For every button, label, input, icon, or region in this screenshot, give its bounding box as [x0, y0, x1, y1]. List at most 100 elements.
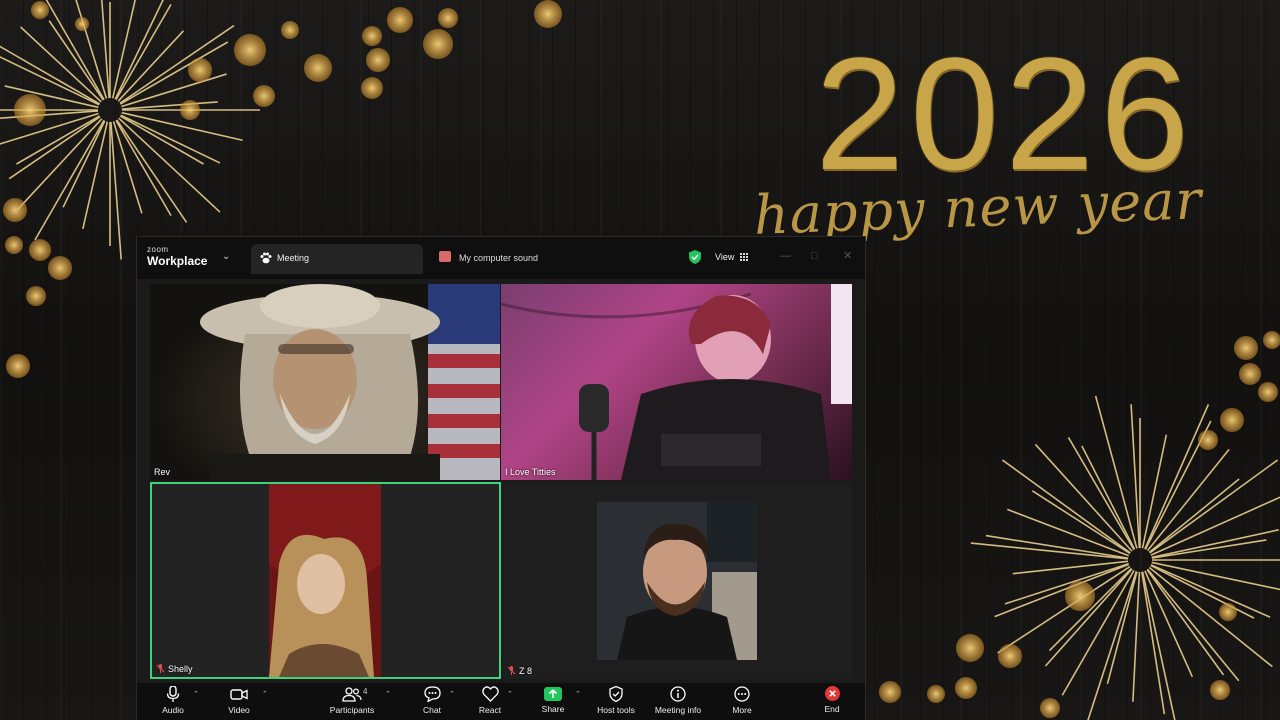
bokeh-light — [956, 634, 984, 662]
share-button[interactable]: Share — [537, 686, 569, 720]
bokeh-light — [31, 1, 49, 19]
bokeh-light — [14, 94, 46, 126]
firework-ray — [1044, 568, 1133, 667]
firework-ray — [82, 121, 109, 230]
firework-ray — [1141, 571, 1166, 715]
bokeh-light — [1234, 336, 1258, 360]
paw-icon — [260, 252, 272, 264]
firework-ray — [121, 101, 218, 110]
end-meeting-button[interactable]: End — [817, 686, 847, 720]
more-icon — [734, 686, 750, 702]
bokeh-light — [253, 85, 275, 107]
firework-ray — [1144, 404, 1210, 550]
video-label: Video — [228, 705, 250, 715]
video-button[interactable]: Video — [221, 686, 257, 720]
view-button[interactable]: View — [709, 247, 755, 267]
chat-options-chevron-icon[interactable]: ⌃ — [449, 690, 455, 698]
firework-ray — [997, 565, 1131, 654]
brand-small-label: zoom — [147, 245, 169, 254]
bokeh-light — [188, 58, 212, 82]
video-options-chevron-icon[interactable]: ⌃ — [262, 690, 268, 698]
bokeh-light — [1065, 581, 1095, 611]
maximize-icon[interactable]: □ — [811, 249, 818, 263]
firework-ray — [121, 73, 227, 108]
minimize-icon[interactable]: — — [780, 249, 791, 263]
participants-count: 4 — [363, 687, 368, 696]
shield-icon — [609, 686, 623, 702]
react-label: React — [478, 705, 502, 715]
firework-ray — [1001, 459, 1131, 554]
bokeh-light — [1219, 603, 1237, 621]
participant-name-z8-label: Z 8 — [519, 666, 533, 676]
share-options-chevron-icon[interactable]: ⌃ — [575, 690, 581, 698]
video-tile-z8[interactable]: Z 8 — [503, 482, 852, 679]
firework-ray — [119, 41, 229, 105]
chat-button[interactable]: Chat — [417, 686, 447, 720]
meeting-toolbar: Audio ⌃ Video ⌃ Participants 4 ⌃ Chat ⌃ … — [137, 683, 865, 720]
bokeh-light — [304, 54, 332, 82]
tab-sound-label: My computer sound — [459, 253, 539, 263]
host-tools-button[interactable]: Host tools — [595, 686, 637, 720]
firework-ray — [1034, 443, 1133, 552]
video-tile-shelly[interactable]: Shelly — [150, 482, 501, 679]
app-brand[interactable]: zoom Workplace — [147, 245, 208, 268]
audio-button[interactable]: Audio — [155, 686, 191, 720]
audio-label: Audio — [162, 705, 184, 715]
zoom-meeting-window: zoom Workplace ⌄ Meeting My computer sou… — [136, 236, 866, 720]
heart-icon — [481, 686, 499, 702]
participant-name-rev: Rev — [154, 467, 171, 477]
participants-button[interactable]: Participants — [325, 686, 379, 720]
tab-meeting[interactable]: Meeting — [251, 244, 423, 274]
firework-ray — [1151, 561, 1280, 591]
bokeh-light — [48, 256, 72, 280]
close-icon[interactable]: ✕ — [843, 249, 852, 263]
react-options-chevron-icon[interactable]: ⌃ — [507, 690, 513, 698]
video-tile-i-love-titties[interactable]: I Love Titties — [501, 284, 852, 480]
firework-ray — [1067, 436, 1135, 551]
brand-main-label: Workplace — [147, 254, 208, 268]
firework-ray — [1081, 445, 1136, 550]
bokeh-light — [281, 21, 299, 39]
firework-ray — [1031, 490, 1131, 555]
bokeh-light — [534, 0, 562, 28]
bokeh-light — [361, 77, 383, 99]
view-label: View — [715, 252, 735, 262]
bokeh-light — [879, 681, 901, 703]
bokeh-light — [26, 286, 46, 306]
meeting-info-label: Meeting info — [654, 705, 702, 715]
end-icon — [824, 686, 840, 701]
firework-ray — [1150, 564, 1271, 618]
bokeh-light — [1210, 680, 1230, 700]
shield-check-icon[interactable] — [689, 250, 701, 264]
bokeh-light — [366, 48, 390, 72]
firework-ray — [1144, 570, 1194, 678]
participants-options-chevron-icon[interactable]: ⌃ — [385, 690, 391, 698]
muted-mic-icon — [507, 666, 516, 675]
host-tools-label: Host tools — [597, 705, 635, 715]
participant-video — [501, 284, 852, 480]
firework-ray — [119, 115, 204, 165]
bokeh-light — [180, 100, 200, 120]
bokeh-light — [998, 644, 1022, 668]
bokeh-light — [234, 34, 266, 66]
firework-ray — [1151, 539, 1267, 559]
tab-meeting-label: Meeting — [277, 253, 310, 263]
bokeh-light — [75, 17, 89, 31]
firework-ray — [1146, 568, 1240, 682]
bokeh-light — [1040, 698, 1060, 718]
audio-options-chevron-icon[interactable]: ⌃ — [193, 690, 199, 698]
firework-ray — [115, 3, 172, 101]
bokeh-light — [1258, 382, 1278, 402]
meeting-info-button[interactable]: Meeting info — [652, 686, 704, 720]
share-screen-icon — [544, 687, 562, 701]
video-tile-rev[interactable]: Rev — [150, 284, 500, 480]
chevron-down-icon[interactable]: ⌄ — [222, 251, 230, 262]
bokeh-light — [438, 8, 458, 28]
firework-ray — [1130, 404, 1141, 549]
more-button[interactable]: More — [727, 686, 757, 720]
more-label: More — [732, 705, 752, 715]
bokeh-light — [1239, 363, 1261, 385]
participant-name-shelly: Shelly — [156, 664, 193, 674]
react-button[interactable]: React — [475, 686, 505, 720]
firework-ray — [1148, 566, 1273, 668]
